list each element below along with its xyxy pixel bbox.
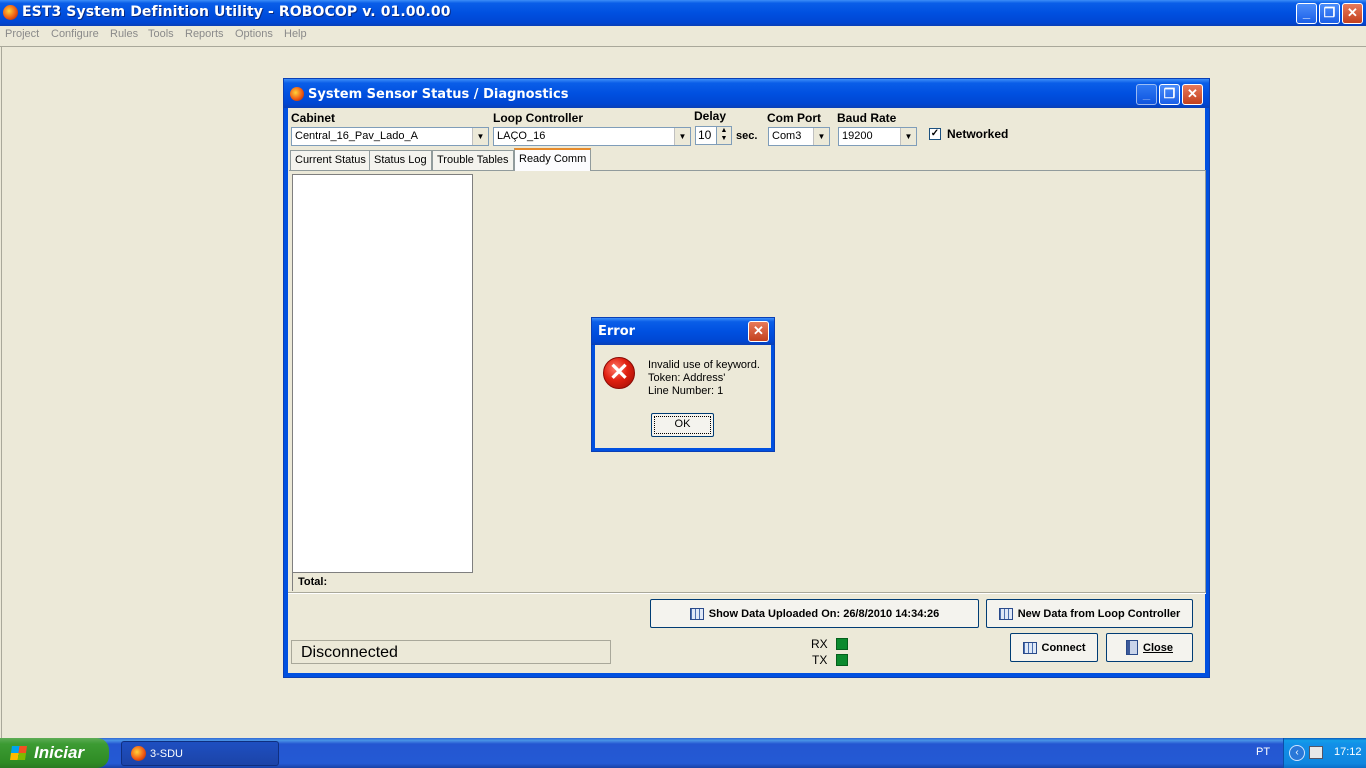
- show-data-label: Show Data Uploaded On: 26/8/2010 14:34:2…: [708, 607, 940, 620]
- connect-button[interactable]: Connect: [1010, 633, 1098, 662]
- table-icon: [1022, 641, 1037, 654]
- tx-label: TX: [812, 653, 828, 667]
- child-maximize-button[interactable]: ❐: [1159, 84, 1180, 105]
- com-port-value: Com3: [772, 130, 802, 142]
- baud-rate-value: 19200: [842, 130, 873, 142]
- loop-controller-value: LAÇO_16: [497, 130, 546, 142]
- show-data-button[interactable]: Show Data Uploaded On: 26/8/2010 14:34:2…: [650, 599, 979, 628]
- menu-project[interactable]: Project: [5, 28, 39, 40]
- child-title: System Sensor Status / Diagnostics: [308, 87, 569, 102]
- network-icon[interactable]: [1309, 746, 1323, 759]
- rx-indicator-icon: [836, 638, 848, 650]
- app-icon: [3, 5, 18, 20]
- menu-tools[interactable]: Tools: [148, 28, 174, 40]
- child-title-bar[interactable]: System Sensor Status / Diagnostics _ ❐ ✕: [284, 79, 1209, 108]
- baud-rate-select[interactable]: 19200 ▼: [838, 127, 917, 146]
- delay-spinner[interactable]: ▲ ▼: [716, 126, 732, 145]
- cabinet-value: Central_16_Pav_Lado_A: [295, 130, 418, 142]
- clock[interactable]: 17:12: [1334, 746, 1362, 758]
- error-dialog-title: Error: [598, 324, 636, 339]
- delay-unit: sec.: [736, 130, 758, 142]
- minimize-button[interactable]: _: [1296, 3, 1317, 24]
- tx-indicator-icon: [836, 654, 848, 666]
- app-title-bar[interactable]: EST3 System Definition Utility - ROBOCOP…: [0, 0, 1366, 26]
- total-area: Total:: [292, 573, 473, 591]
- ok-focus-ring: [654, 416, 711, 434]
- cabinet-label: Cabinet: [291, 111, 336, 125]
- sensor-list[interactable]: [292, 174, 473, 573]
- loop-controller-label: Loop Controller: [493, 111, 583, 125]
- child-minimize-button[interactable]: _: [1136, 84, 1157, 105]
- error-icon: ✕: [603, 357, 635, 389]
- com-port-select[interactable]: Com3 ▼: [768, 127, 830, 146]
- cabinet-select[interactable]: Central_16_Pav_Lado_A ▼: [291, 127, 489, 146]
- new-data-button[interactable]: New Data from Loop Controller: [986, 599, 1193, 628]
- dialog-close-button[interactable]: ✕: [748, 321, 769, 342]
- app-icon: [131, 746, 146, 761]
- restore-button[interactable]: ❐: [1319, 3, 1340, 24]
- table-icon: [998, 607, 1013, 620]
- error-message-line3: Line Number: 1: [648, 385, 724, 397]
- menu-configure[interactable]: Configure: [51, 28, 99, 40]
- error-message-line2: Token: Address': [648, 372, 726, 384]
- new-data-label: New Data from Loop Controller: [1017, 607, 1181, 620]
- windows-logo-icon: [10, 746, 27, 760]
- chevron-down-icon[interactable]: ▼: [472, 128, 488, 145]
- delay-input[interactable]: 10: [695, 126, 717, 145]
- door-icon: [1126, 640, 1139, 655]
- child-window-icon: [290, 87, 304, 101]
- menu-bar: Project Configure Rules Tools Reports Op…: [0, 26, 1366, 46]
- ok-button[interactable]: OK: [651, 413, 714, 437]
- system-tray: ‹ 17:12: [1283, 738, 1366, 768]
- networked-checkbox[interactable]: ✓: [929, 128, 941, 140]
- taskbar-item-label: 3-SDU: [150, 748, 184, 760]
- chevron-down-icon[interactable]: ▼: [813, 128, 829, 145]
- close-label: Close: [1143, 641, 1173, 654]
- error-message-line1: Invalid use of keyword.: [648, 359, 760, 371]
- menu-options[interactable]: Options: [235, 28, 273, 40]
- taskbar-item-3-sdu[interactable]: 3-SDU: [121, 741, 279, 766]
- panel-divider: [288, 592, 1206, 594]
- app-title: EST3 System Definition Utility - ROBOCOP…: [22, 4, 451, 20]
- tab-status-log[interactable]: Status Log: [369, 150, 432, 170]
- start-label: Iniciar: [34, 743, 85, 762]
- table-icon: [689, 607, 704, 620]
- chevron-down-icon[interactable]: ▼: [674, 128, 690, 145]
- networked-label: Networked: [947, 127, 1009, 141]
- child-close-button[interactable]: ✕: [1182, 84, 1203, 105]
- tab-current-status[interactable]: Current Status: [290, 150, 371, 170]
- connection-status: Disconnected: [291, 640, 611, 664]
- chevron-down-icon[interactable]: ▼: [900, 128, 916, 145]
- chevron-left-icon[interactable]: ‹: [1289, 745, 1305, 761]
- baud-rate-label: Baud Rate: [837, 111, 897, 125]
- menu-help[interactable]: Help: [284, 28, 307, 40]
- tab-trouble-tables[interactable]: Trouble Tables: [432, 150, 514, 170]
- connect-label: Connect: [1041, 641, 1086, 654]
- language-indicator[interactable]: PT: [1256, 746, 1270, 758]
- total-label: Total:: [298, 576, 328, 588]
- com-port-label: Com Port: [767, 111, 821, 125]
- tab-ready-comm[interactable]: Ready Comm: [514, 148, 592, 171]
- menu-reports[interactable]: Reports: [185, 28, 224, 40]
- start-button[interactable]: Iniciar: [0, 738, 109, 768]
- close-window-button[interactable]: ✕: [1342, 3, 1363, 24]
- menu-rules[interactable]: Rules: [110, 28, 138, 40]
- close-button[interactable]: Close: [1106, 633, 1193, 662]
- loop-controller-select[interactable]: LAÇO_16 ▼: [493, 127, 691, 146]
- error-dialog-title-bar[interactable]: Error ✕: [592, 318, 774, 345]
- rx-label: RX: [811, 637, 828, 651]
- delay-label: Delay: [694, 109, 727, 123]
